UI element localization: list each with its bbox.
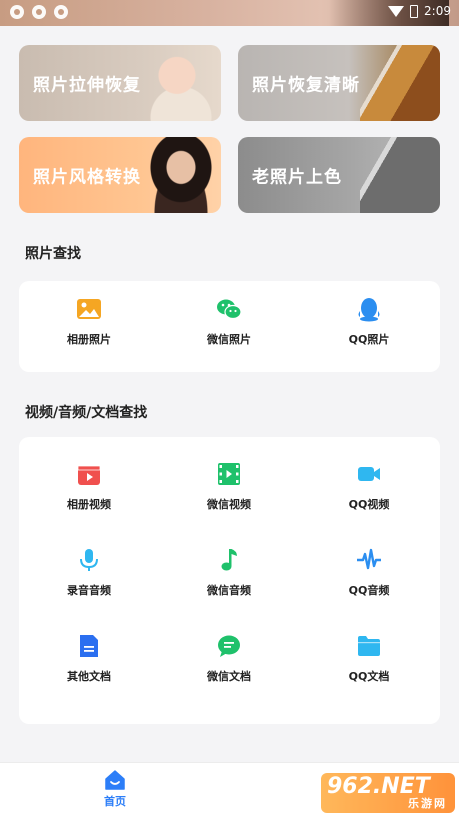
wechat-photos-item[interactable]: 微信照片 [159,295,299,365]
qq-videos-item[interactable]: QQ视频 [299,460,439,530]
item-label: QQ文档 [348,670,390,683]
item-label: QQ照片 [348,333,390,346]
wechat-icon [217,299,242,320]
card-label: 老照片上色 [252,167,342,188]
qq-photos-item[interactable]: QQ照片 [299,295,439,365]
item-label: 录音音频 [67,584,111,597]
microphone-icon [80,549,98,571]
home-icon [105,770,125,790]
chat-bubble-icon [218,635,240,657]
item-label: 其他文档 [67,670,111,683]
qq-penguin-icon [358,298,380,322]
wifi-icon [388,5,405,17]
site-watermark: 962.NET 乐游网 [321,773,455,813]
camcorder-icon [358,467,380,481]
wechat-documents-item[interactable]: 微信文档 [159,632,299,702]
album-photos-item[interactable]: 相册照片 [19,295,159,365]
wechat-videos-item[interactable]: 微信视频 [159,460,299,530]
photo-section-title: 照片查找 [25,246,81,262]
item-label: 微信视频 [207,498,251,511]
item-label: 微信照片 [207,333,251,346]
photo-stretch-restore-card[interactable]: 照片拉伸恢复 [19,45,221,121]
watermark-bottom-text: 乐游网 [408,797,447,810]
baby-photo-image [141,45,221,121]
old-photo-colorize-card[interactable]: 老照片上色 [238,137,440,213]
album-videos-item[interactable]: 相册视频 [19,460,159,530]
image-icon [77,299,101,319]
bottom-navigation: 首页 962.NET 乐游网 [0,762,459,816]
autumn-photo-image [360,45,440,121]
nav-home-label: 首页 [104,795,126,808]
status-time: 2:09 [424,4,451,18]
battery-icon [410,4,419,18]
qq-audio-item[interactable]: QQ音频 [299,546,439,616]
media-search-panel: 相册视频 微信视频 QQ视频 录音音频 微信音频 QQ音频 其他文档 微信文档 … [19,437,440,724]
nav-home-tab[interactable]: 首页 [95,769,135,809]
video-clapper-icon [77,465,101,485]
photo-clarity-restore-card[interactable]: 照片恢复清晰 [238,45,440,121]
item-label: 相册视频 [67,498,111,511]
status-right: 2:09 [388,4,451,18]
card-label: 照片拉伸恢复 [33,75,141,96]
media-section-title: 视频/音频/文档查找 [25,405,148,421]
notification-icon [10,5,24,19]
waveform-icon [357,548,381,570]
portrait-image [141,137,221,213]
item-label: 相册照片 [67,333,111,346]
other-documents-item[interactable]: 其他文档 [19,632,159,702]
item-label: QQ音频 [348,584,390,597]
recording-audio-item[interactable]: 录音音频 [19,546,159,616]
notification-icon [54,5,68,19]
card-label: 照片恢复清晰 [252,75,360,96]
card-label: 照片风格转换 [33,167,141,188]
folder-icon [358,636,380,656]
film-icon [218,463,240,485]
qq-documents-item[interactable]: QQ文档 [299,632,439,702]
item-label: QQ视频 [348,498,390,511]
notification-icon [32,5,46,19]
document-icon [80,635,98,657]
photo-style-transfer-card[interactable]: 照片风格转换 [19,137,221,213]
wechat-audio-item[interactable]: 微信音频 [159,546,299,616]
item-label: 微信音频 [207,584,251,597]
photo-search-panel: 相册照片 微信照片 QQ照片 [19,281,440,372]
item-label: 微信文档 [207,670,251,683]
music-note-icon [221,549,237,571]
status-bar: 2:09 [0,0,459,26]
notification-icons [10,5,68,19]
vintage-portrait-image [360,137,440,213]
